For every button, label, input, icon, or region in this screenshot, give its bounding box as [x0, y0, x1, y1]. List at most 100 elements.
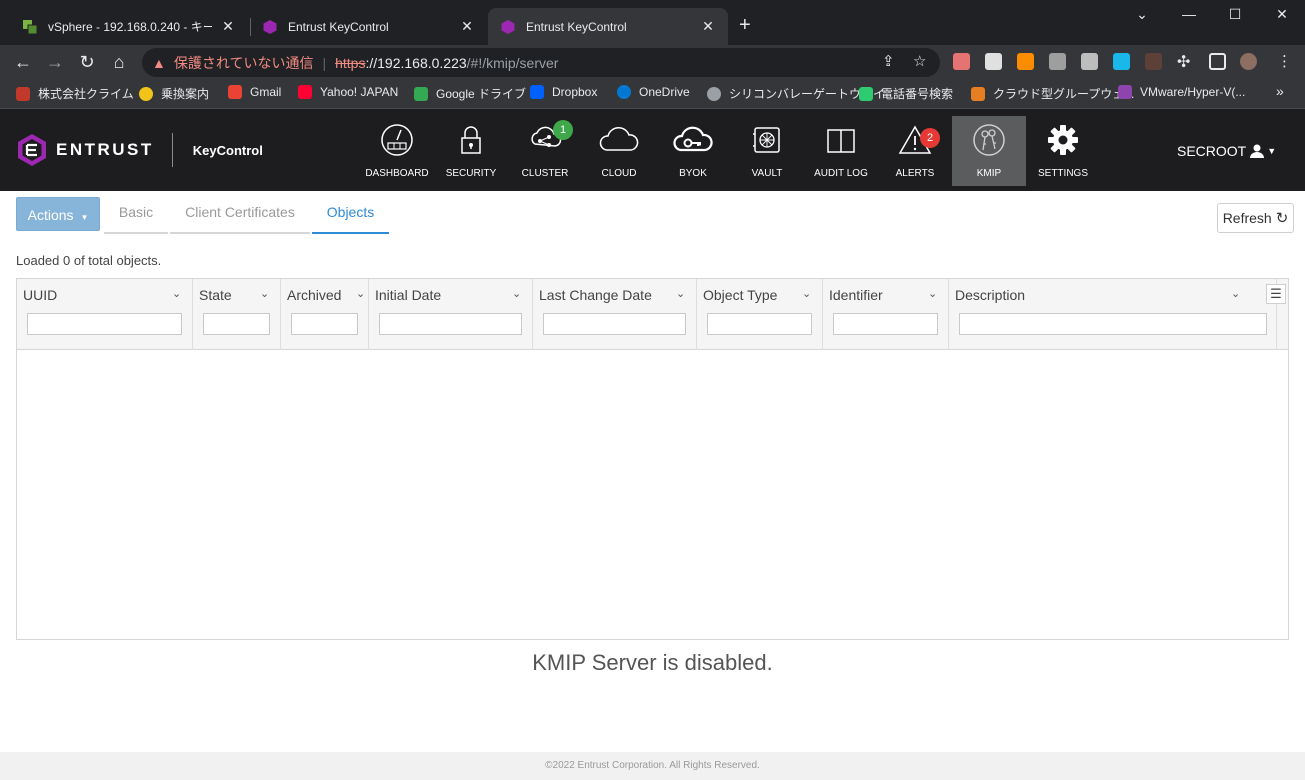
nav-security[interactable]: SECURITY	[434, 116, 508, 186]
nav-label: CLUSTER	[521, 168, 569, 179]
extensions-puzzle-icon[interactable]: ✣	[1177, 52, 1190, 72]
extension-icon[interactable]	[1081, 53, 1098, 70]
nav-audit-log[interactable]: AUDIT LOG	[804, 116, 878, 186]
user-menu[interactable]: SECROOT ▼	[1177, 143, 1276, 159]
chevron-down-icon[interactable]: ⌄	[356, 287, 365, 300]
chevron-down-icon[interactable]: ⌄	[512, 287, 521, 300]
maximize-button[interactable]: ☐	[1225, 6, 1245, 23]
nav-label: BYOK	[679, 168, 707, 179]
security-warning-text[interactable]: 保護されていない通信	[174, 53, 314, 73]
column-object-type[interactable]: Object Type ⌄	[697, 279, 823, 350]
bookmark-item[interactable]: 乗換案内	[139, 85, 209, 102]
warning-icon[interactable]: ▲	[152, 55, 166, 71]
tab-vsphere[interactable]: vSphere - 192.168.0.240 - キー管理 ✕	[10, 8, 248, 45]
column-last-change-date[interactable]: Last Change Date ⌄	[533, 279, 697, 350]
bookmark-item[interactable]: 電話番号検索	[859, 85, 953, 102]
grid-menu-icon[interactable]: ☰	[1266, 284, 1286, 304]
chevron-down-icon[interactable]: ⌄	[802, 287, 811, 300]
column-title: Initial Date	[375, 287, 442, 303]
object-type-filter-input[interactable]	[707, 313, 812, 335]
bookmark-item[interactable]: Google ドライブ	[414, 85, 526, 102]
tab-title: vSphere - 192.168.0.240 - キー管理	[48, 20, 212, 34]
column-state[interactable]: State ⌄	[193, 279, 281, 350]
bookmark-item[interactable]: Dropbox	[530, 85, 597, 99]
bookmark-label: 乗換案内	[161, 87, 210, 101]
chevron-down-icon[interactable]: ⌄	[172, 287, 181, 300]
vault-icon	[753, 127, 780, 153]
column-description[interactable]: Description ⌄	[949, 279, 1277, 350]
forward-icon[interactable]: →	[42, 49, 68, 75]
nav-byok[interactable]: BYOK	[656, 116, 730, 186]
bookmark-item[interactable]: Gmail	[228, 85, 281, 99]
extension-icon[interactable]	[1017, 53, 1034, 70]
sidepanel-icon[interactable]	[1209, 53, 1226, 70]
bookmarks-overflow-button[interactable]: »	[1276, 83, 1284, 99]
share-icon[interactable]: ⇪	[882, 52, 895, 70]
onedrive-icon	[617, 85, 631, 99]
back-icon[interactable]: ←	[10, 49, 36, 75]
chevron-down-icon[interactable]: ⌄	[260, 287, 269, 300]
cloud-icon	[599, 127, 639, 151]
column-title: Last Change Date	[539, 287, 652, 303]
tab-close-icon[interactable]: ✕	[220, 18, 236, 35]
tab-close-icon[interactable]: ✕	[700, 18, 716, 35]
extension-icon[interactable]	[953, 53, 970, 70]
nav-settings[interactable]: SETTINGS	[1026, 116, 1100, 186]
last-change-date-filter-input[interactable]	[543, 313, 686, 335]
chevron-down-icon[interactable]: ⌄	[1231, 287, 1240, 300]
description-filter-input[interactable]	[959, 313, 1267, 335]
initial-date-filter-input[interactable]	[379, 313, 522, 335]
reload-icon[interactable]: ↻	[74, 49, 100, 75]
tab-search-icon[interactable]: ⌄	[1132, 6, 1152, 23]
tab-client-certificates[interactable]: Client Certificates	[170, 197, 310, 234]
bookmark-item[interactable]: Yahoo! JAPAN	[298, 85, 398, 99]
chevron-down-icon[interactable]: ⌄	[676, 287, 685, 300]
minimize-button[interactable]: —	[1179, 6, 1199, 22]
archived-filter-input[interactable]	[291, 313, 358, 335]
nav-label: SECURITY	[445, 168, 497, 179]
brand[interactable]: ENTRUST KeyControl	[16, 133, 263, 167]
window-close-button[interactable]: ✕	[1272, 6, 1292, 23]
uuid-filter-input[interactable]	[27, 313, 182, 335]
browser-menu-icon[interactable]: ⋮	[1277, 52, 1292, 70]
tab-close-icon[interactable]: ✕	[459, 18, 475, 35]
nav-vault[interactable]: VAULT	[730, 116, 804, 186]
nav-dashboard[interactable]: DASHBOARD	[360, 116, 434, 186]
bookmark-item[interactable]: クラウド型グループウェ...	[971, 85, 1134, 102]
bookmark-star-icon[interactable]: ☆	[913, 52, 926, 70]
bookmark-label: VMware/Hyper-V(...	[1140, 85, 1246, 99]
bookmark-label: Gmail	[250, 85, 282, 99]
nav-alerts[interactable]: 2 ALERTS	[878, 116, 952, 186]
byok-key-cloud-icon	[673, 126, 713, 152]
address-bar[interactable]: ▲ 保護されていない通信 | https://192.168.0.223/#!/…	[142, 48, 940, 77]
bookmark-item[interactable]: 株式会社クライム	[16, 85, 134, 102]
camera-extension-icon[interactable]	[1049, 53, 1066, 70]
profile-avatar[interactable]	[1240, 53, 1257, 70]
column-uuid[interactable]: UUID ⌄	[17, 279, 193, 350]
tab-basic[interactable]: Basic	[104, 197, 168, 234]
extension-icon[interactable]	[985, 53, 1002, 70]
refresh-button[interactable]: Refresh ↻	[1217, 203, 1294, 233]
nav-cluster[interactable]: 1 CLUSTER	[508, 116, 582, 186]
actions-dropdown-button[interactable]: Actions ▼	[16, 197, 100, 231]
state-filter-input[interactable]	[203, 313, 270, 335]
browser-toolbar: ← → ↻ ⌂ ▲ 保護されていない通信 | https://192.168.0…	[0, 45, 1305, 79]
bookmark-label: Google ドライブ	[436, 87, 527, 101]
chevron-down-icon[interactable]: ⌄	[928, 287, 937, 300]
nav-cloud[interactable]: CLOUD	[582, 116, 656, 186]
bookmarks-bar: 株式会社クライム 乗換案内 Gmail Yahoo! JAPAN Google …	[0, 79, 1305, 109]
extension-icon[interactable]	[1145, 53, 1162, 70]
column-initial-date[interactable]: Initial Date ⌄	[369, 279, 533, 350]
tab-entrust-active[interactable]: Entrust KeyControl ✕	[488, 8, 728, 45]
tab-objects[interactable]: Objects	[312, 197, 389, 234]
nav-kmip[interactable]: KMIP	[952, 116, 1026, 186]
identifier-filter-input[interactable]	[833, 313, 938, 335]
bookmark-item[interactable]: OneDrive	[617, 85, 690, 99]
column-archived[interactable]: Archived ⌄	[281, 279, 369, 350]
vimeo-extension-icon[interactable]	[1113, 53, 1130, 70]
column-identifier[interactable]: Identifier ⌄	[823, 279, 949, 350]
new-tab-button[interactable]: +	[739, 14, 751, 36]
tab-entrust-1[interactable]: Entrust KeyControl ✕	[250, 8, 487, 45]
home-icon[interactable]: ⌂	[106, 49, 132, 75]
bookmark-item[interactable]: VMware/Hyper-V(...	[1118, 85, 1245, 99]
